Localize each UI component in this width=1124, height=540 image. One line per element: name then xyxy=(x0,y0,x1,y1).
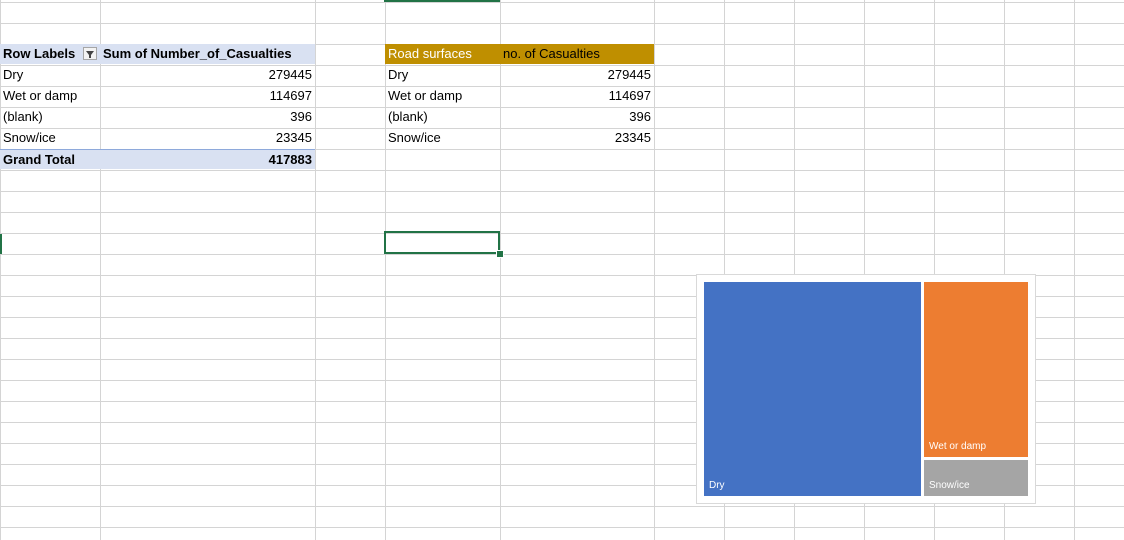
pivot-row-value[interactable]: 23345 xyxy=(100,128,315,148)
active-cell-selection[interactable] xyxy=(384,231,500,254)
treemap-tile[interactable]: Snow/ice xyxy=(924,460,1028,496)
treemap-tile[interactable]: Dry xyxy=(704,282,921,496)
table-row-value[interactable]: 114697 xyxy=(500,86,654,106)
filter-dropdown-icon[interactable] xyxy=(83,47,97,60)
pivot-header-row-labels-text: Row Labels xyxy=(3,46,76,61)
funnel-icon xyxy=(86,51,94,58)
table-row-value[interactable]: 396 xyxy=(500,107,654,127)
pivot-row-value[interactable]: 396 xyxy=(100,107,315,127)
pivot-row-value[interactable]: 114697 xyxy=(100,86,315,106)
pivot-header-sum[interactable]: Sum of Number_of_Casualties xyxy=(100,44,315,64)
table-header-casualties[interactable]: no. of Casualties xyxy=(500,44,654,64)
pivot-grand-total-label[interactable]: Grand Total xyxy=(0,149,100,169)
table-row-label[interactable]: Wet or damp xyxy=(385,86,500,106)
pivot-row-label[interactable]: Snow/ice xyxy=(0,128,100,148)
table-row-label[interactable]: Snow/ice xyxy=(385,128,500,148)
pivot-row-label[interactable]: (blank) xyxy=(0,107,100,127)
treemap-tile-label: Snow/ice xyxy=(929,480,970,491)
pivot-row-label[interactable]: Dry xyxy=(0,65,100,85)
treemap-tile-label: Wet or damp xyxy=(929,441,987,452)
pivot-row-label[interactable]: Wet or damp xyxy=(0,86,100,106)
pivot-header-sum-text: Sum of Number_of_Casualties xyxy=(103,46,292,61)
selected-column-indicator xyxy=(384,0,500,2)
table-row-value[interactable]: 279445 xyxy=(500,65,654,85)
selected-row-indicator xyxy=(0,234,2,254)
table-row-label[interactable]: (blank) xyxy=(385,107,500,127)
fill-handle[interactable] xyxy=(496,250,504,258)
treemap-chart[interactable]: Dry Wet or damp Snow/ice xyxy=(696,274,1036,504)
pivot-row-value[interactable]: 279445 xyxy=(100,65,315,85)
treemap-plot-area: Dry Wet or damp Snow/ice xyxy=(704,282,1028,496)
table-row-label[interactable]: Dry xyxy=(385,65,500,85)
pivot-grand-total-value[interactable]: 417883 xyxy=(100,149,315,169)
treemap-tile-label: Dry xyxy=(709,480,725,491)
table-row-value[interactable]: 23345 xyxy=(500,128,654,148)
table-header-road-surfaces[interactable]: Road surfaces xyxy=(385,44,500,64)
treemap-tile[interactable]: Wet or damp xyxy=(924,282,1028,457)
